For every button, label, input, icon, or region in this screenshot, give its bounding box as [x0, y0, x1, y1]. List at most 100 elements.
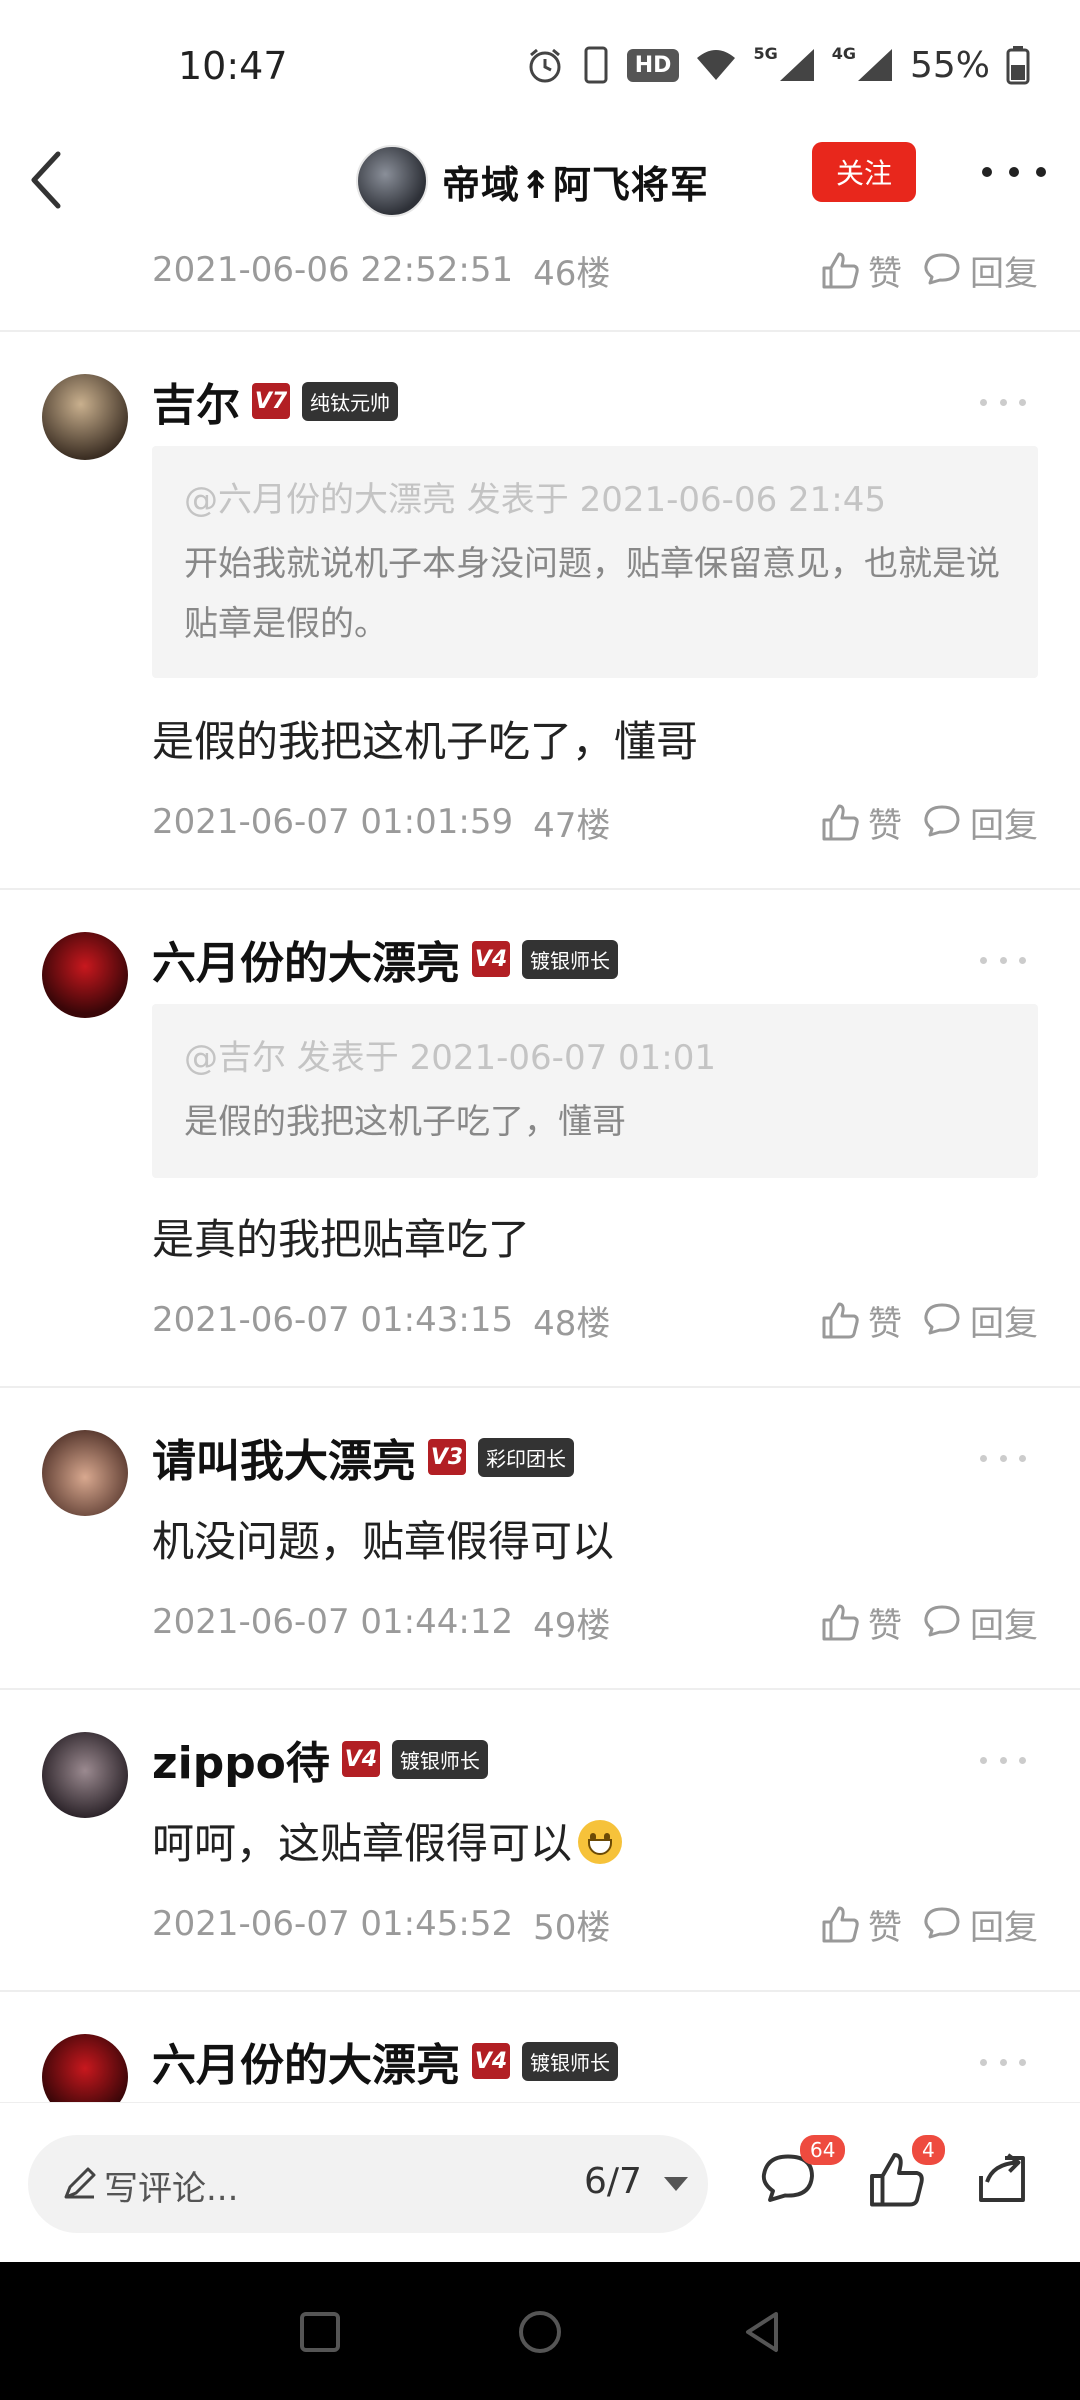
thumb-up-icon [822, 804, 859, 841]
like-label: 赞 [868, 1303, 902, 1344]
top-bar: 帝域↟阿飞将军 关注 [0, 130, 1080, 240]
comment-icon [924, 253, 960, 285]
comment-icon [924, 1605, 960, 1637]
reply-button[interactable]: 回复 [922, 1296, 1038, 1345]
pencil-icon [64, 2167, 96, 2199]
dot [982, 167, 992, 177]
quoted-reply[interactable]: @吉尔 发表于 2021-06-07 01:01 是假的我把这机子吃了，懂哥 [152, 1004, 1038, 1178]
net-4g-label: 4G [831, 43, 856, 63]
more-button[interactable] [982, 152, 1046, 192]
home-button[interactable] [514, 2306, 566, 2358]
reply-item: 六月份的大漂亮 V4 镀银师长 @吉尔 发表于 2021-06-07 01:01… [0, 890, 1080, 1388]
user-row: zippo待 V4 镀银师长 [152, 1724, 488, 1794]
user-row: 六月份的大漂亮 V4 镀银师长 [152, 2026, 618, 2096]
username[interactable]: 六月份的大漂亮 [152, 2029, 460, 2093]
reply-button[interactable]: 回复 [922, 798, 1038, 847]
username[interactable]: 请叫我大漂亮 [152, 1425, 416, 1489]
share-icon [979, 2153, 1025, 2202]
reply-item: 请叫我大漂亮 V3 彩印团长 机没问题，贴章假得可以 2021-06-07 01… [0, 1388, 1080, 1690]
rank-badge: 纯钛元帅 [302, 381, 398, 421]
like-label: 赞 [868, 1907, 902, 1948]
grin-emoji-icon [578, 1820, 623, 1864]
reply-text: 呵呵，这贴章假得可以 [152, 1819, 573, 1868]
thumb-up-icon [822, 252, 859, 289]
hd-icon: HD [626, 48, 680, 82]
username[interactable]: 吉尔 [152, 369, 240, 433]
follow-button[interactable]: 关注 [812, 142, 916, 202]
nav-back-button[interactable] [736, 2306, 788, 2358]
reply-meta: 2021-06-07 01:43:15 48楼 [152, 1290, 610, 1350]
reply-actions: 赞 回复 [820, 240, 1038, 300]
reply-item: 吉尔 V7 纯钛元帅 @六月份的大漂亮 发表于 2021-06-06 21:45… [0, 332, 1080, 890]
avatar[interactable] [42, 1430, 128, 1516]
signal-4g-icon: 4G [831, 43, 894, 83]
reply-timestamp: 2021-06-07 01:01:59 [152, 802, 514, 842]
reply-more-button[interactable] [980, 394, 1026, 410]
like-count-badge: 4 [912, 2135, 945, 2165]
reply-floor: 46楼 [533, 253, 611, 294]
share-button[interactable] [972, 2149, 1032, 2209]
level-badge: V4 [472, 941, 510, 977]
reply-more-button[interactable] [980, 1450, 1026, 1466]
author-name[interactable]: 帝域↟阿飞将军 [442, 154, 709, 209]
reply-label: 回复 [970, 805, 1038, 846]
reply-item: 2021-06-06 22:52:51 46楼 赞 回复 [0, 240, 1080, 332]
avatar[interactable] [42, 2034, 128, 2102]
author-avatar[interactable] [356, 145, 428, 217]
like-label: 赞 [868, 805, 902, 846]
quote-header: @六月份的大漂亮 发表于 2021-06-06 21:45 [184, 480, 886, 520]
username[interactable]: zippo待 [152, 1727, 330, 1791]
reply-item: zippo待 V4 镀银师长 呵呵，这贴章假得可以 2021-06-07 01:… [0, 1690, 1080, 1992]
reply-content: 是假的我把这机子吃了，懂哥 [152, 717, 699, 766]
like-label: 赞 [868, 1605, 902, 1646]
wifi-icon [695, 48, 737, 82]
back-button[interactable] [22, 140, 92, 220]
dot [1019, 956, 1026, 964]
reply-timestamp: 2021-06-07 01:44:12 [152, 1602, 514, 1642]
reply-more-button[interactable] [980, 1752, 1026, 1768]
dot [980, 1756, 987, 1764]
recents-button[interactable] [294, 2306, 346, 2358]
level-badge: V7 [252, 383, 290, 419]
quote-header: @吉尔 发表于 2021-06-07 01:01 [184, 1038, 716, 1078]
username[interactable]: 六月份的大漂亮 [152, 927, 460, 991]
reply-button[interactable]: 回复 [922, 1598, 1038, 1647]
dot [1036, 167, 1046, 177]
comment-input[interactable]: 写评论... 6/7 [28, 2135, 708, 2233]
dot [1019, 2058, 1026, 2066]
user-row: 六月份的大漂亮 V4 镀银师长 [152, 924, 618, 994]
like-button[interactable]: 赞 [820, 1296, 902, 1345]
author-info[interactable]: 帝域↟阿飞将军 [356, 136, 709, 226]
reply-button[interactable]: 回复 [922, 246, 1038, 295]
reply-timestamp: 2021-06-07 01:43:15 [152, 1300, 514, 1340]
avatar[interactable] [42, 932, 128, 1018]
quote-body: 开始我就说机子本身没问题，贴章保留意见，也就是说贴章是假的。 [184, 544, 1000, 644]
like-button[interactable]: 赞 [820, 798, 902, 847]
chevron-down-icon[interactable] [664, 2177, 688, 2191]
recents-square-icon [300, 2312, 340, 2352]
avatar[interactable] [42, 1732, 128, 1818]
dot [1019, 1454, 1026, 1462]
system-nav-bar [0, 2262, 1080, 2400]
reply-list[interactable]: 2021-06-06 22:52:51 46楼 赞 回复 吉尔 V7 纯钛元帅 … [0, 240, 1080, 2102]
thumb-up-icon [822, 1302, 859, 1339]
like-button[interactable]: 赞 [820, 1900, 902, 1949]
level-badge: V3 [428, 1439, 466, 1475]
reply-item: 六月份的大漂亮 V4 镀银师长 [0, 1992, 1080, 2102]
alarm-icon [525, 45, 565, 85]
like-button[interactable]: 赞 [820, 246, 902, 295]
net-5g-label: 5G [753, 43, 778, 63]
page-indicator[interactable]: 6/7 [584, 2161, 642, 2202]
user-row: 吉尔 V7 纯钛元帅 [152, 366, 398, 436]
reply-floor: 50楼 [533, 1907, 611, 1948]
reply-more-button[interactable] [980, 952, 1026, 968]
avatar[interactable] [42, 374, 128, 460]
like-button[interactable]: 赞 [820, 1598, 902, 1647]
quoted-reply[interactable]: @六月份的大漂亮 发表于 2021-06-06 21:45 开始我就说机子本身没… [152, 446, 1038, 678]
dot [1019, 1756, 1026, 1764]
status-bar: 10:47 HD 5G 4G 55% [0, 0, 1080, 130]
reply-button[interactable]: 回复 [922, 1900, 1038, 1949]
reply-more-button[interactable] [980, 2054, 1026, 2070]
reply-label: 回复 [970, 1907, 1038, 1948]
reply-content: 是真的我把贴章吃了 [152, 1215, 531, 1264]
